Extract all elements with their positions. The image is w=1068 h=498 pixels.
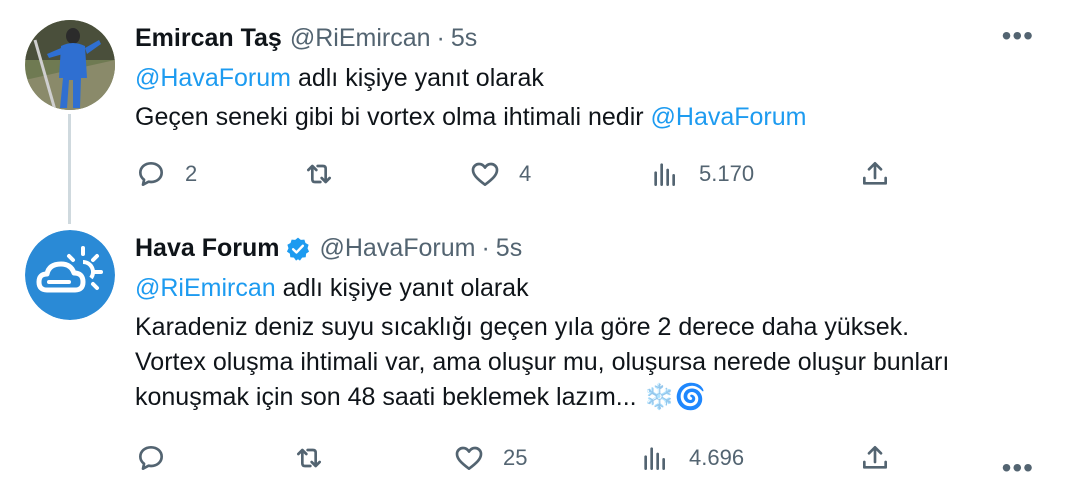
tweet-header: Emircan Taş @RiEmircan · 5s <box>135 24 477 53</box>
more-options-button[interactable]: ••• <box>1002 20 1034 52</box>
view-count: 4.696 <box>689 445 745 470</box>
tweet-actions: 25 4.696 <box>135 438 905 478</box>
tweet-text: Geçen seneki gibi bi vortex olma ihtimal… <box>135 100 807 135</box>
reply-context-text: adlı kişiye yanıt olarak <box>297 64 544 92</box>
analytics-icon <box>644 447 665 470</box>
reply-icon <box>139 162 163 186</box>
tweet-emircan[interactable]: Emircan Taş @RiEmircan · 5s ••• @HavaFor… <box>0 0 1068 224</box>
retweet-button[interactable] <box>303 154 335 194</box>
avatar[interactable] <box>25 230 115 320</box>
tweet-actions: 2 4 5.170 <box>135 154 905 194</box>
heart-icon <box>455 446 483 470</box>
reply-context: @HavaForum adlı kişiye yanıt olarak <box>135 64 544 93</box>
analytics-icon <box>654 163 675 186</box>
views-button[interactable]: 5.170 <box>649 154 754 194</box>
reply-icon <box>139 446 163 470</box>
timestamp[interactable]: 5s <box>451 24 477 53</box>
like-button[interactable]: 4 <box>469 154 531 194</box>
thread-connector-line <box>68 114 71 224</box>
reply-button[interactable] <box>135 438 167 478</box>
reply-count: 2 <box>185 161 198 186</box>
reply-button[interactable]: 2 <box>135 154 197 194</box>
heart-icon <box>471 162 499 186</box>
share-button[interactable] <box>859 438 891 478</box>
like-count: 4 <box>519 161 532 186</box>
tweet-text-content: Geçen seneki gibi bi vortex olma ihtimal… <box>135 103 651 131</box>
reply-mention-link[interactable]: @HavaForum <box>135 64 291 92</box>
retweet-icon <box>297 448 321 468</box>
views-button[interactable]: 4.696 <box>639 438 744 478</box>
body-mention-link[interactable]: @HavaForum <box>651 103 807 131</box>
person-photo-icon <box>25 20 115 110</box>
share-icon <box>863 162 887 185</box>
share-button[interactable] <box>859 154 891 194</box>
separator-dot: · <box>436 24 445 52</box>
view-count: 5.170 <box>699 161 755 186</box>
cloud-sun-logo-icon <box>25 230 115 320</box>
like-button[interactable]: 25 <box>453 438 527 478</box>
more-options-button[interactable]: ••• <box>1002 452 1034 484</box>
retweet-button[interactable] <box>293 438 325 478</box>
author-handle[interactable]: @RiEmircan <box>290 24 431 53</box>
avatar[interactable] <box>25 20 115 110</box>
author-name[interactable]: Emircan Taş <box>135 24 282 53</box>
like-count: 25 <box>503 445 528 470</box>
retweet-icon <box>307 164 331 184</box>
share-icon <box>863 446 887 469</box>
